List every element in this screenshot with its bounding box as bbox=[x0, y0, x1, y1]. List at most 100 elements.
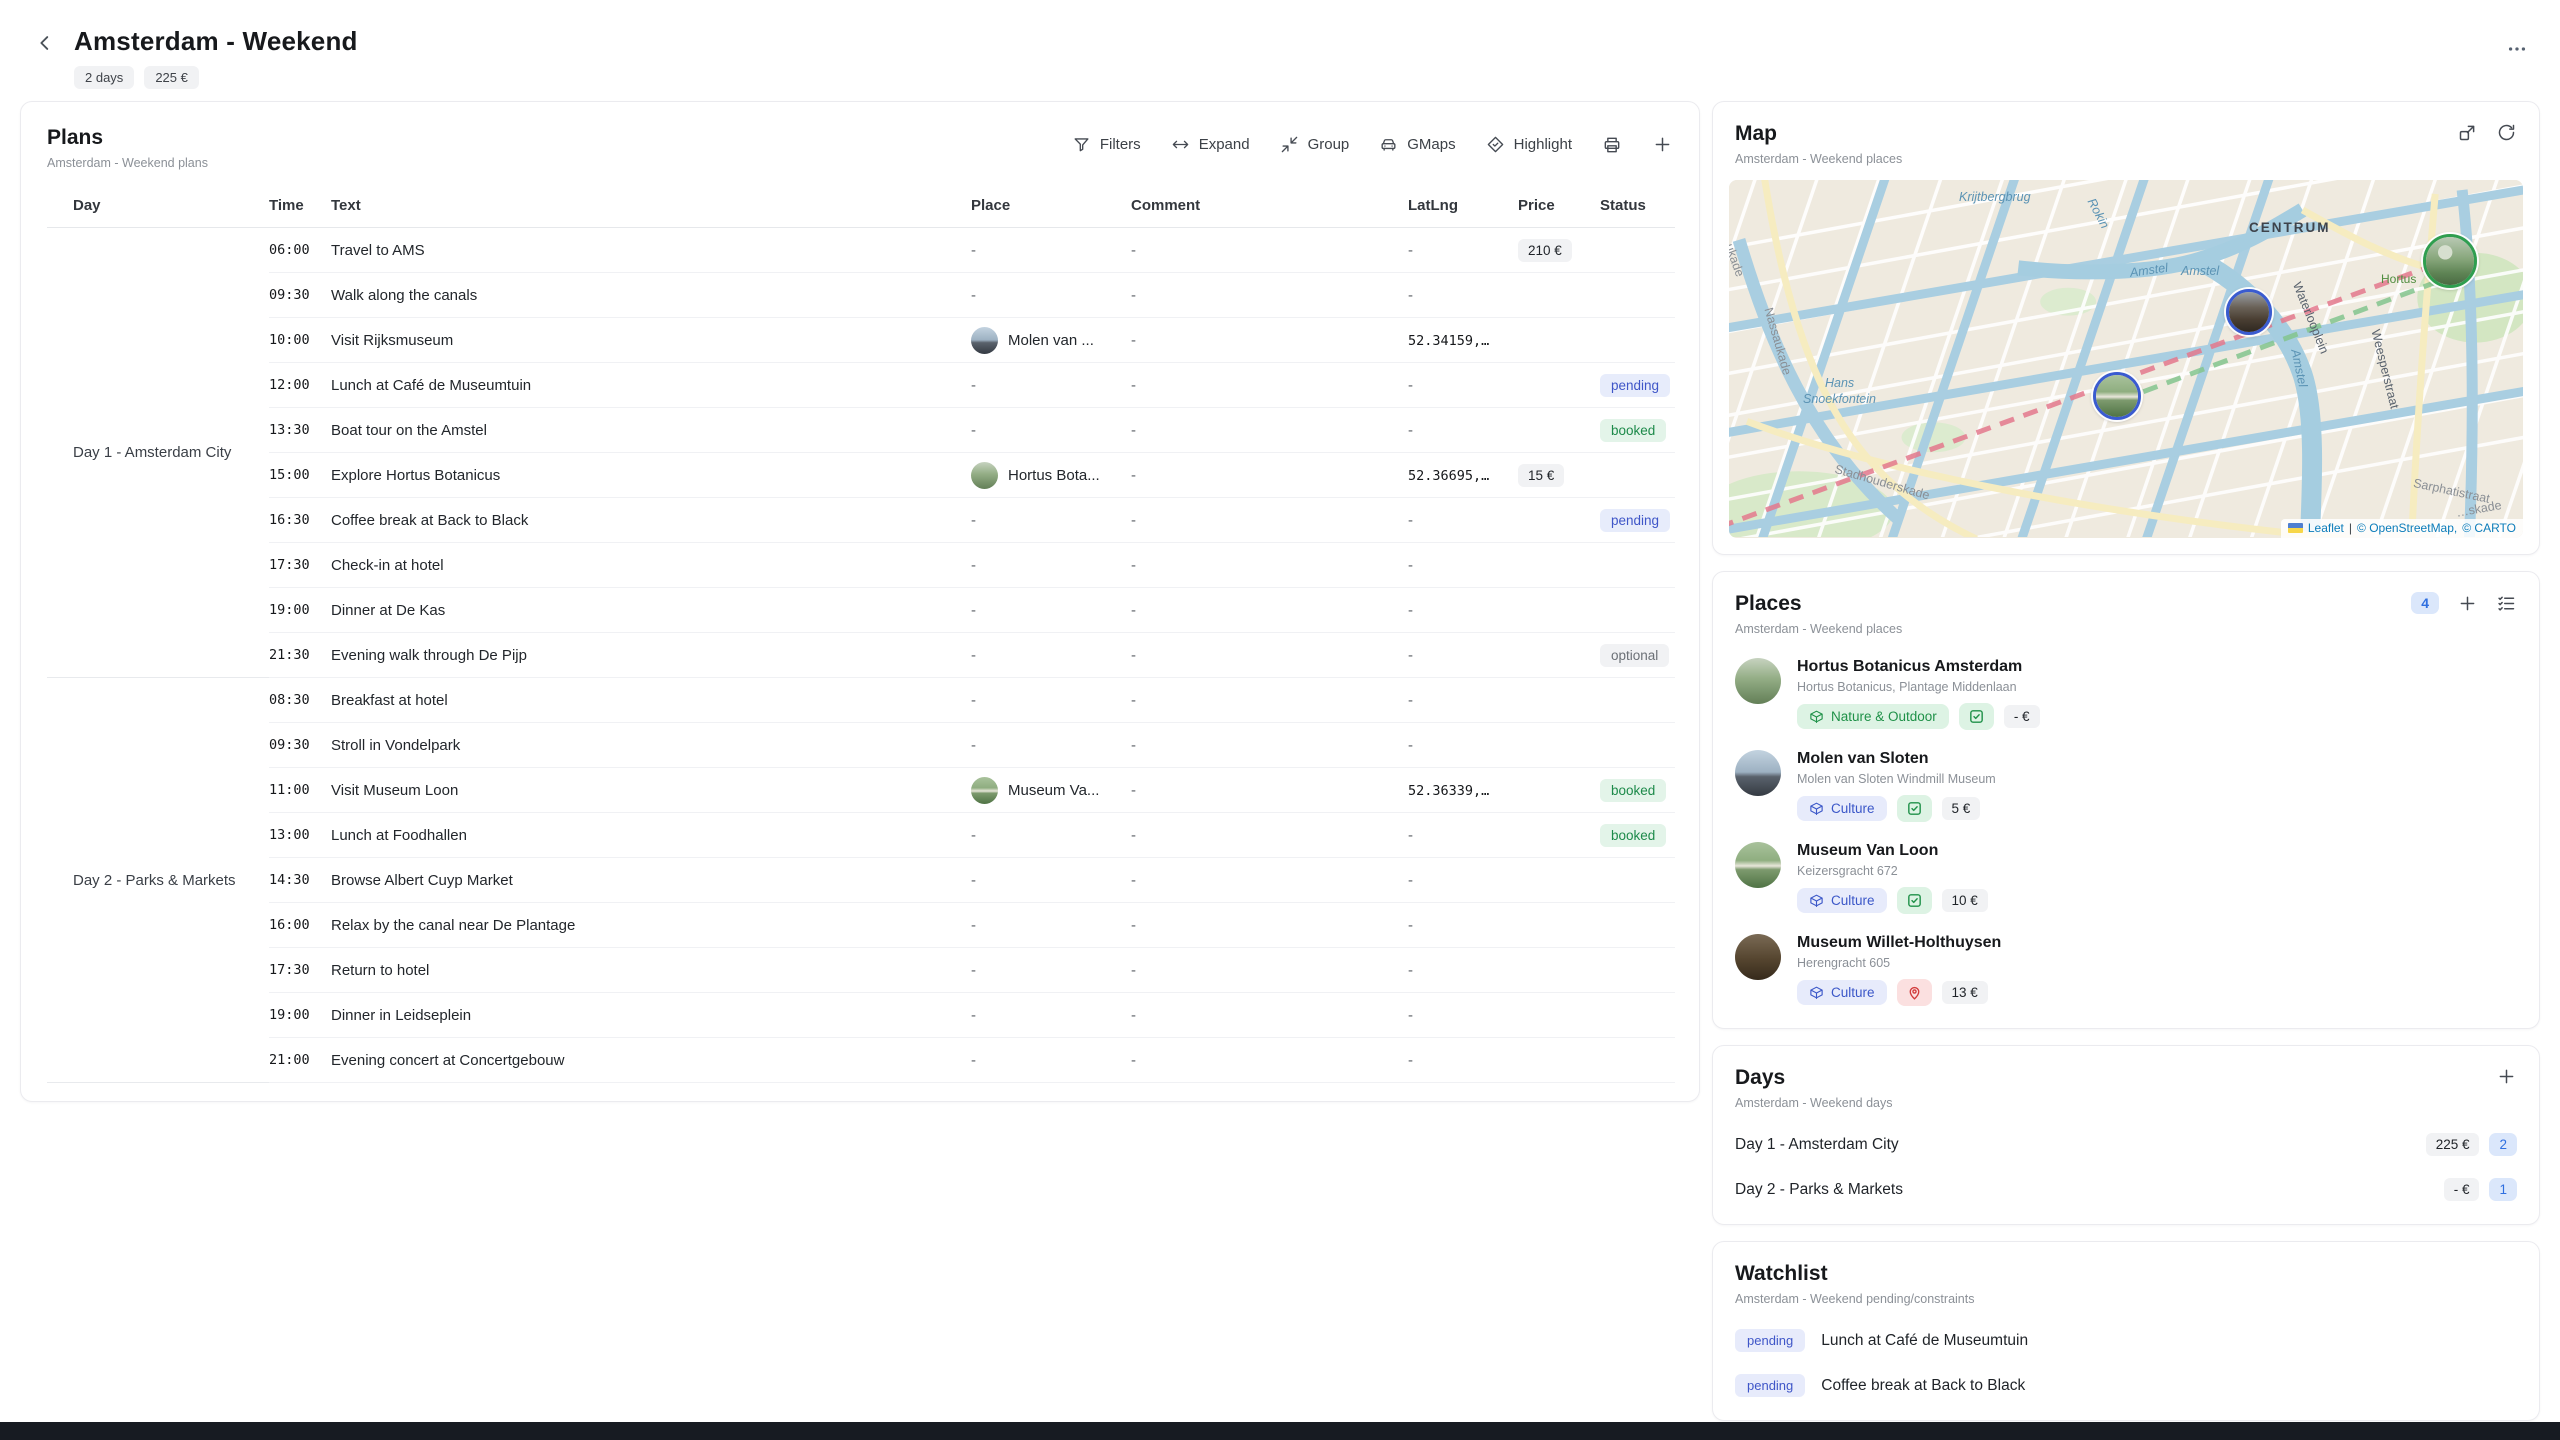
places-list-view-button[interactable] bbox=[2496, 593, 2517, 614]
plan-latlng-cell: - bbox=[1408, 408, 1518, 453]
plan-row[interactable]: Day 2 - Parks & Markets08:30Breakfast at… bbox=[47, 678, 1675, 723]
plan-row[interactable]: 15:00Explore Hortus BotanicusHortus Bota… bbox=[47, 453, 1675, 498]
place-chip[interactable]: Museum Va... bbox=[971, 777, 1131, 804]
map-marker-museum-van-loon[interactable] bbox=[2093, 372, 2141, 420]
map-marker-hortus-botanicus[interactable] bbox=[2423, 234, 2477, 288]
print-button[interactable] bbox=[1602, 135, 1622, 155]
place-list-item[interactable]: Hortus Botanicus AmsterdamHortus Botanic… bbox=[1713, 648, 2539, 740]
watchlist-item[interactable]: pendingCoffee break at Back to Black bbox=[1713, 1363, 2539, 1408]
plan-price-cell bbox=[1518, 318, 1600, 363]
map-refresh-button[interactable] bbox=[2496, 122, 2517, 143]
day-list-item[interactable]: Day 1 - Amsterdam City225 €2 bbox=[1713, 1122, 2539, 1167]
empty-value: - bbox=[1131, 377, 1136, 394]
plan-price-cell bbox=[1518, 408, 1600, 453]
empty-value: - bbox=[971, 602, 976, 619]
day-price-badge: 225 € bbox=[2426, 1133, 2480, 1156]
plan-time-cell: 19:00 bbox=[269, 588, 331, 633]
add-plan-button[interactable] bbox=[1652, 134, 1673, 155]
plan-latlng-cell: - bbox=[1408, 543, 1518, 588]
gmaps-button[interactable]: GMaps bbox=[1379, 135, 1455, 154]
highlight-button[interactable]: Highlight bbox=[1486, 135, 1572, 154]
map-header: Map Amsterdam - Weekend places bbox=[1713, 102, 2539, 178]
plan-status-cell bbox=[1600, 678, 1675, 723]
plan-place-cell: Museum Va... bbox=[971, 768, 1131, 813]
plans-subtitle: Amsterdam - Weekend plans bbox=[47, 156, 208, 170]
plan-row[interactable]: 21:30Evening walk through De Pijp---opti… bbox=[47, 633, 1675, 678]
leaflet-link[interactable]: Leaflet bbox=[2308, 521, 2344, 535]
plan-latlng-cell: - bbox=[1408, 588, 1518, 633]
place-list-item[interactable]: Museum Van LoonKeizersgracht 672Culture1… bbox=[1713, 832, 2539, 924]
column-header-place: Place bbox=[971, 184, 1131, 228]
day-list-item[interactable]: Day 2 - Parks & Markets- €1 bbox=[1713, 1167, 2539, 1212]
plan-row[interactable]: 13:30Boat tour on the Amstel---booked bbox=[47, 408, 1675, 453]
group-button[interactable]: Group bbox=[1280, 135, 1350, 154]
plan-row[interactable]: Day 1 - Amsterdam City06:00Travel to AMS… bbox=[47, 228, 1675, 273]
plan-row[interactable]: 17:30Check-in at hotel--- bbox=[47, 543, 1675, 588]
place-avatar bbox=[971, 327, 998, 354]
watchlist-header: Watchlist Amsterdam - Weekend pending/co… bbox=[1713, 1242, 2539, 1318]
column-header-status: Status bbox=[1600, 184, 1675, 228]
watchlist-item[interactable]: pendingLunch at Café de Museumtuin bbox=[1713, 1318, 2539, 1363]
place-list-item[interactable]: Museum Willet-HolthuysenHerengracht 605C… bbox=[1713, 924, 2539, 1016]
osm-link[interactable]: © OpenStreetMap, bbox=[2357, 521, 2457, 535]
plan-row[interactable]: 14:30Browse Albert Cuyp Market--- bbox=[47, 858, 1675, 903]
plan-price-cell bbox=[1518, 678, 1600, 723]
empty-value: - bbox=[1408, 1052, 1413, 1069]
plan-row[interactable]: 16:30Coffee break at Back to Black---pen… bbox=[47, 498, 1675, 543]
add-day-button[interactable] bbox=[2496, 1066, 2517, 1087]
plan-day-label: Day 2 - Parks & Markets bbox=[47, 678, 269, 1083]
category-badge: Nature & Outdoor bbox=[1797, 704, 1949, 729]
plan-row[interactable]: 09:30Walk along the canals--- bbox=[47, 273, 1675, 318]
plan-row[interactable]: 16:00Relax by the canal near De Plantage… bbox=[47, 903, 1675, 948]
highlight-icon bbox=[1486, 135, 1505, 154]
more-menu-button[interactable] bbox=[2506, 26, 2528, 60]
plan-row[interactable]: 10:00Visit RijksmuseumMolen van ...-52.3… bbox=[47, 318, 1675, 363]
day-price-badge: - € bbox=[2444, 1178, 2480, 1201]
attribution-separator: | bbox=[2349, 521, 2352, 535]
add-place-button[interactable] bbox=[2457, 593, 2478, 614]
plan-row[interactable]: 19:00Dinner in Leidseplein--- bbox=[47, 993, 1675, 1038]
plan-place-cell: - bbox=[971, 858, 1131, 903]
place-chip[interactable]: Hortus Bota... bbox=[971, 462, 1131, 489]
plan-row[interactable]: 13:00Lunch at Foodhallen---booked bbox=[47, 813, 1675, 858]
plan-row[interactable]: 09:30Stroll in Vondelpark--- bbox=[47, 723, 1675, 768]
back-button[interactable] bbox=[30, 28, 60, 58]
plan-row[interactable]: 11:00Visit Museum LoonMuseum Va...-52.36… bbox=[47, 768, 1675, 813]
plan-time-cell: 15:00 bbox=[269, 453, 331, 498]
plan-row[interactable]: 19:00Dinner at De Kas--- bbox=[47, 588, 1675, 633]
plan-place-cell: - bbox=[971, 633, 1131, 678]
watchlist-title-block: Watchlist Amsterdam - Weekend pending/co… bbox=[1735, 1262, 1974, 1306]
category-badge: Culture bbox=[1797, 888, 1887, 913]
places-title: Places bbox=[1735, 592, 1902, 616]
plan-time-cell: 21:30 bbox=[269, 633, 331, 678]
day-label: Day 2 - Parks & Markets bbox=[1735, 1181, 1903, 1199]
place-list-item[interactable]: Molen van SlotenMolen van Sloten Windmil… bbox=[1713, 740, 2539, 832]
category-label: Culture bbox=[1831, 985, 1875, 1000]
places-title-block: Places Amsterdam - Weekend places bbox=[1735, 592, 1902, 636]
expand-button[interactable]: Expand bbox=[1171, 135, 1250, 154]
plan-row[interactable]: 17:30Return to hotel--- bbox=[47, 948, 1675, 993]
plan-comment-cell: - bbox=[1131, 363, 1408, 408]
plan-row[interactable]: 12:00Lunch at Café de Museumtuin---pendi… bbox=[47, 363, 1675, 408]
places-actions: 4 bbox=[2411, 592, 2517, 614]
cube-icon bbox=[1809, 709, 1824, 724]
plan-comment-cell: - bbox=[1131, 678, 1408, 723]
plan-row[interactable]: 21:00Evening concert at Concertgebouw--- bbox=[47, 1038, 1675, 1083]
map-marker-museum-willet-holthuysen[interactable] bbox=[2226, 289, 2272, 335]
empty-value: - bbox=[1131, 467, 1136, 484]
column-header-time: Time bbox=[269, 184, 331, 228]
place-chip[interactable]: Molen van ... bbox=[971, 327, 1131, 354]
map-canvas[interactable]: KrijtbergbrugRokinAmstelAmstelCENTRUMWat… bbox=[1729, 180, 2523, 538]
latlng-value: 52.34159,… bbox=[1408, 333, 1489, 349]
places-header: Places Amsterdam - Weekend places 4 bbox=[1713, 572, 2539, 648]
visited-check-badge bbox=[1959, 703, 1994, 730]
cube-icon bbox=[1809, 801, 1824, 816]
filters-button[interactable]: Filters bbox=[1072, 135, 1141, 154]
plan-time-cell: 06:00 bbox=[269, 228, 331, 273]
map-fullscreen-button[interactable] bbox=[2457, 122, 2478, 143]
plan-comment-cell: - bbox=[1131, 768, 1408, 813]
empty-value: - bbox=[1131, 557, 1136, 574]
carto-link[interactable]: © CARTO bbox=[2462, 521, 2516, 535]
plan-latlng-cell: - bbox=[1408, 363, 1518, 408]
marker-photo bbox=[2096, 375, 2138, 417]
